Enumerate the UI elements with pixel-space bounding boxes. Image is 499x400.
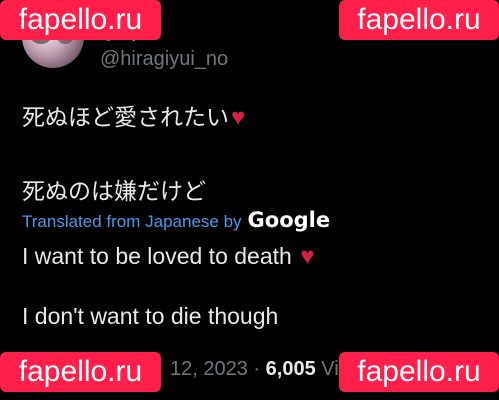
- google-logo: Google: [247, 208, 331, 232]
- watermark-logo: fapello.ru: [0, 352, 161, 392]
- tweet-translated-line-1: I want to be loved to death ♥: [22, 243, 314, 271]
- translation-attribution[interactable]: Translated from Japanese by Google: [22, 208, 330, 232]
- tweet-translated-line-2: I don't want to die though: [22, 303, 279, 329]
- heart-icon: ♥: [231, 104, 246, 131]
- tweet-original-text-1: 死ぬほど愛されたい: [22, 104, 229, 130]
- meta-separator: ·: [253, 358, 261, 380]
- watermark-logo: fapello.ru: [339, 0, 499, 40]
- watermark-logo: fapello.ru: [339, 352, 499, 392]
- views-count: 6,005: [265, 358, 316, 380]
- author-handle[interactable]: @hiragiyui_no: [100, 48, 228, 71]
- tweet-original-line-1: 死ぬほど愛されたい♥: [22, 98, 245, 132]
- watermark-logo: fapello.ru: [0, 0, 161, 40]
- tweet-translated-text-1: I want to be loved to death: [22, 243, 292, 269]
- translation-label: Translated from Japanese by: [22, 212, 242, 231]
- heart-icon: ♥: [300, 243, 315, 270]
- tweet-original-line-2: 死ぬのは嫌だけど: [22, 178, 206, 204]
- tweet-date[interactable]: 12, 2023: [170, 358, 248, 380]
